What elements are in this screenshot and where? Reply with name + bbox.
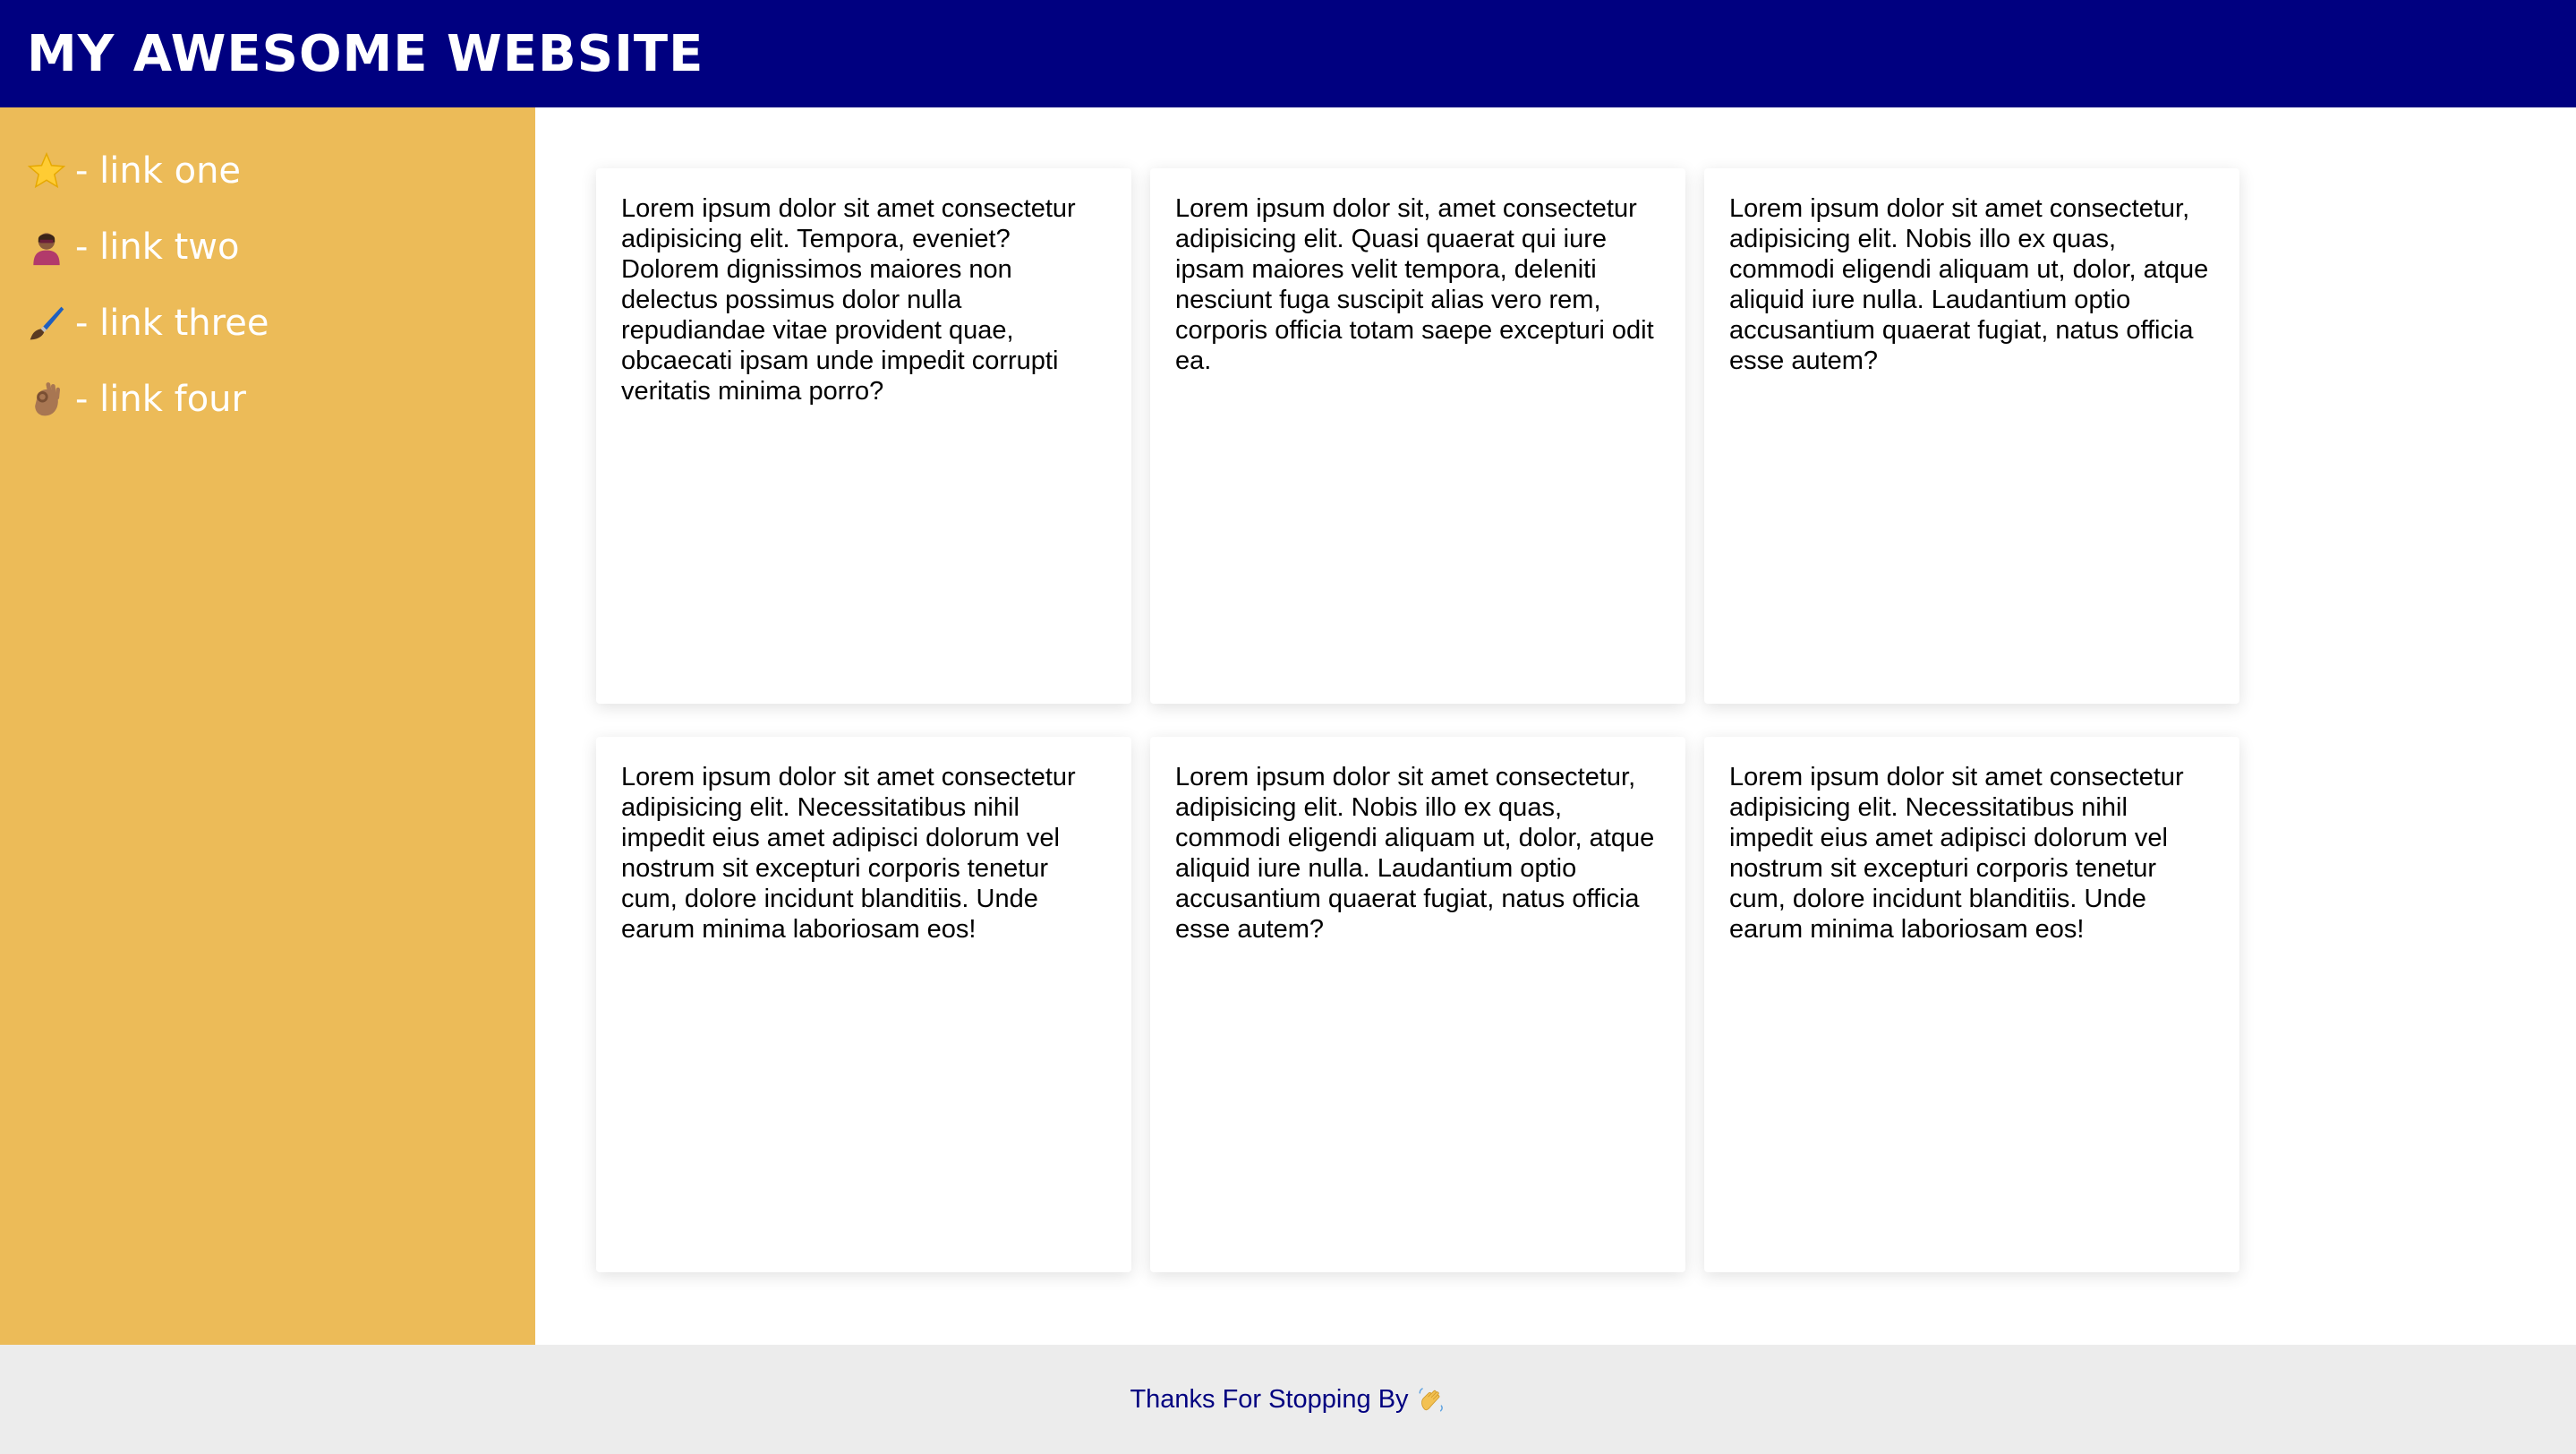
paintbrush-icon (27, 304, 66, 343)
card-text: Lorem ipsum dolor sit amet consectetur a… (1729, 763, 2184, 944)
card: Lorem ipsum dolor sit amet consectetur a… (596, 737, 1131, 1272)
sidebar-item-link-two[interactable]: - link two (0, 209, 535, 285)
footer-text: Thanks For Stopping By (1130, 1384, 1409, 1414)
waving-hand-icon (1416, 1384, 1446, 1415)
footer-message: Thanks For Stopping By (1130, 1384, 1446, 1415)
card: Lorem ipsum dolor sit, amet consectetur … (1150, 168, 1685, 704)
card-text: Lorem ipsum dolor sit amet consectetur a… (621, 194, 1076, 406)
star-icon (27, 151, 66, 191)
sidebar-item-link-four[interactable]: - link four (0, 361, 535, 437)
card-text: Lorem ipsum dolor sit amet consectetur, … (1175, 763, 1655, 944)
main-content: Lorem ipsum dolor sit amet consectetur a… (535, 107, 2576, 1345)
sidebar-item-link-one[interactable]: - link one (0, 133, 535, 209)
card-text: Lorem ipsum dolor sit amet consectetur a… (621, 763, 1076, 944)
superhero-icon (27, 227, 66, 267)
card: Lorem ipsum dolor sit amet consectetur, … (1150, 737, 1685, 1272)
sidebar-item-label: - link three (75, 302, 269, 344)
card-text: Lorem ipsum dolor sit, amet consectetur … (1175, 194, 1654, 375)
card-text: Lorem ipsum dolor sit amet consectetur, … (1729, 194, 2209, 375)
sidebar-item-label: - link four (75, 378, 246, 420)
sidebar: - link one - link two - link three - lin… (0, 107, 535, 1345)
site-footer: Thanks For Stopping By (0, 1345, 2576, 1454)
site-title: MY AWESOME WEBSITE (27, 24, 704, 83)
card: Lorem ipsum dolor sit amet consectetur a… (1704, 737, 2239, 1272)
ok-hand-icon (27, 380, 66, 419)
sidebar-item-label: - link two (75, 226, 240, 268)
card: Lorem ipsum dolor sit amet consectetur a… (596, 168, 1131, 704)
site-header: MY AWESOME WEBSITE (0, 0, 2576, 107)
card: Lorem ipsum dolor sit amet consectetur, … (1704, 168, 2239, 704)
sidebar-item-link-three[interactable]: - link three (0, 285, 535, 361)
sidebar-item-label: - link one (75, 150, 242, 192)
